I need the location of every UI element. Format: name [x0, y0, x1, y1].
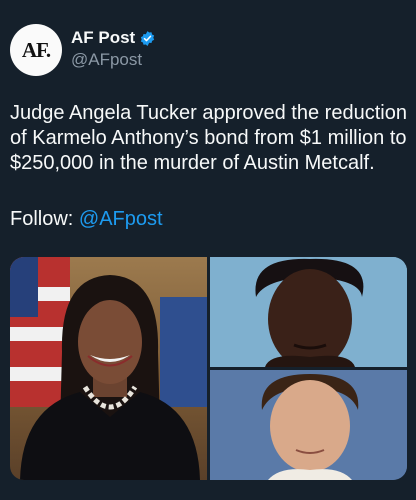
- post-header: AF. AF Post @AFpost: [10, 18, 406, 76]
- verified-badge-icon: [141, 30, 155, 46]
- follow-label: Follow:: [10, 208, 79, 230]
- author-name-row: AF Post: [71, 28, 156, 48]
- suspect-mugshot-photo[interactable]: [210, 257, 407, 367]
- media-grid: [10, 257, 407, 480]
- avatar[interactable]: AF.: [10, 24, 62, 76]
- follow-line: Follow: @AFpost: [10, 207, 163, 232]
- victim-portrait-photo[interactable]: [210, 370, 407, 480]
- author-display-name[interactable]: AF Post: [71, 28, 135, 48]
- author-handle[interactable]: @AFpost: [71, 50, 142, 70]
- follow-mention-link[interactable]: @AFpost: [79, 208, 163, 230]
- judge-portrait-photo[interactable]: [10, 257, 207, 480]
- avatar-logo-text: AF.: [21, 37, 51, 62]
- post-body-text: Judge Angela Tucker approved the reducti…: [10, 102, 407, 174]
